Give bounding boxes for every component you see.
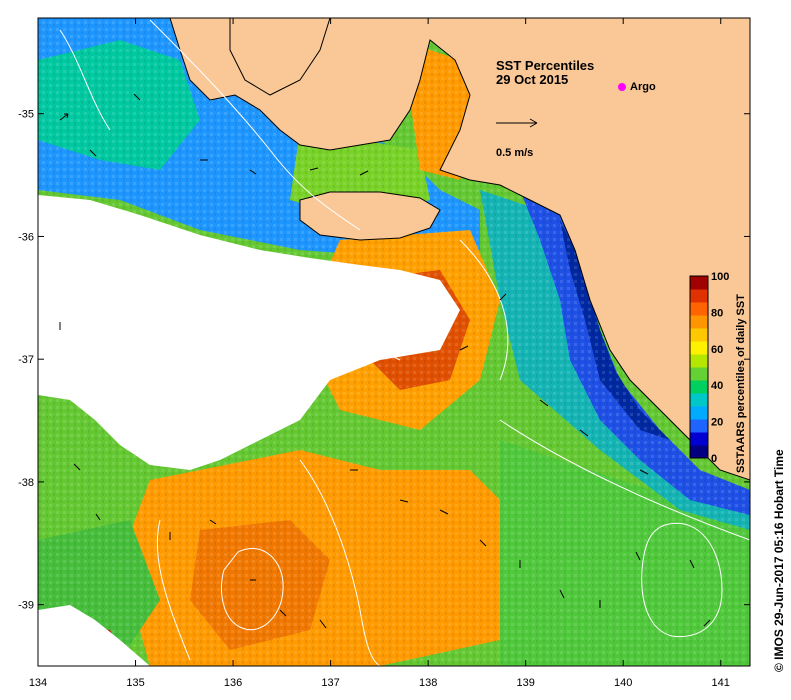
x-tick-label: 135 [126,677,144,689]
map-date: 29 Oct 2015 [496,72,568,87]
colorbar-segment [690,328,708,342]
x-tick-label: 136 [224,677,242,689]
map-title: SST Percentiles [496,58,594,73]
x-tick-label: 134 [29,677,47,689]
colorbar-segment [690,302,708,316]
y-tick-label: -35 [18,109,34,121]
colorbar-tick-label: 100 [711,271,729,283]
y-tick-label: -36 [18,231,34,243]
imos-credit: © IMOS 29-Jun-2017 05:16 Hobart Time [772,449,786,672]
colorbar-tick-label: 20 [711,417,723,429]
sst-map-figure: Argo SST Percentiles 29 Oct 2015 0.5 m/s… [18,17,786,689]
colorbar-segment [690,432,708,446]
colorbar-tick-label: 0 [711,453,717,465]
colorbar-segment [690,276,708,290]
colorbar-segment [690,354,708,368]
x-tick-label: 141 [712,677,730,689]
colorbar-segment [690,315,708,329]
colorbar-label: SSTAARS percentiles of daily SST [735,294,747,473]
colorbar-segment [690,367,708,381]
colorbar-tick-label: 60 [711,344,723,356]
argo-label: Argo [630,81,656,93]
y-tick-label: -39 [18,600,34,612]
colorbar-segment [690,380,708,394]
x-tick-label: 137 [321,677,339,689]
colorbar-segment [690,289,708,303]
colorbar-tick-label: 80 [711,307,723,319]
colorbar-segment [690,406,708,420]
y-tick-label: -38 [18,477,34,489]
colorbar-segment [690,341,708,355]
y-tick-label: -37 [18,354,34,366]
map-plot-area: Argo SST Percentiles 29 Oct 2015 0.5 m/s [38,18,750,666]
x-tick-label: 140 [614,677,632,689]
colorbar-segment [690,393,708,407]
colorbar-segment [690,419,708,433]
argo-marker [618,83,626,91]
colorbar-tick-label: 40 [711,380,723,392]
x-tick-label: 139 [516,677,534,689]
velocity-scale-label: 0.5 m/s [496,147,533,159]
x-tick-label: 138 [419,677,437,689]
colorbar-segment [690,445,708,459]
